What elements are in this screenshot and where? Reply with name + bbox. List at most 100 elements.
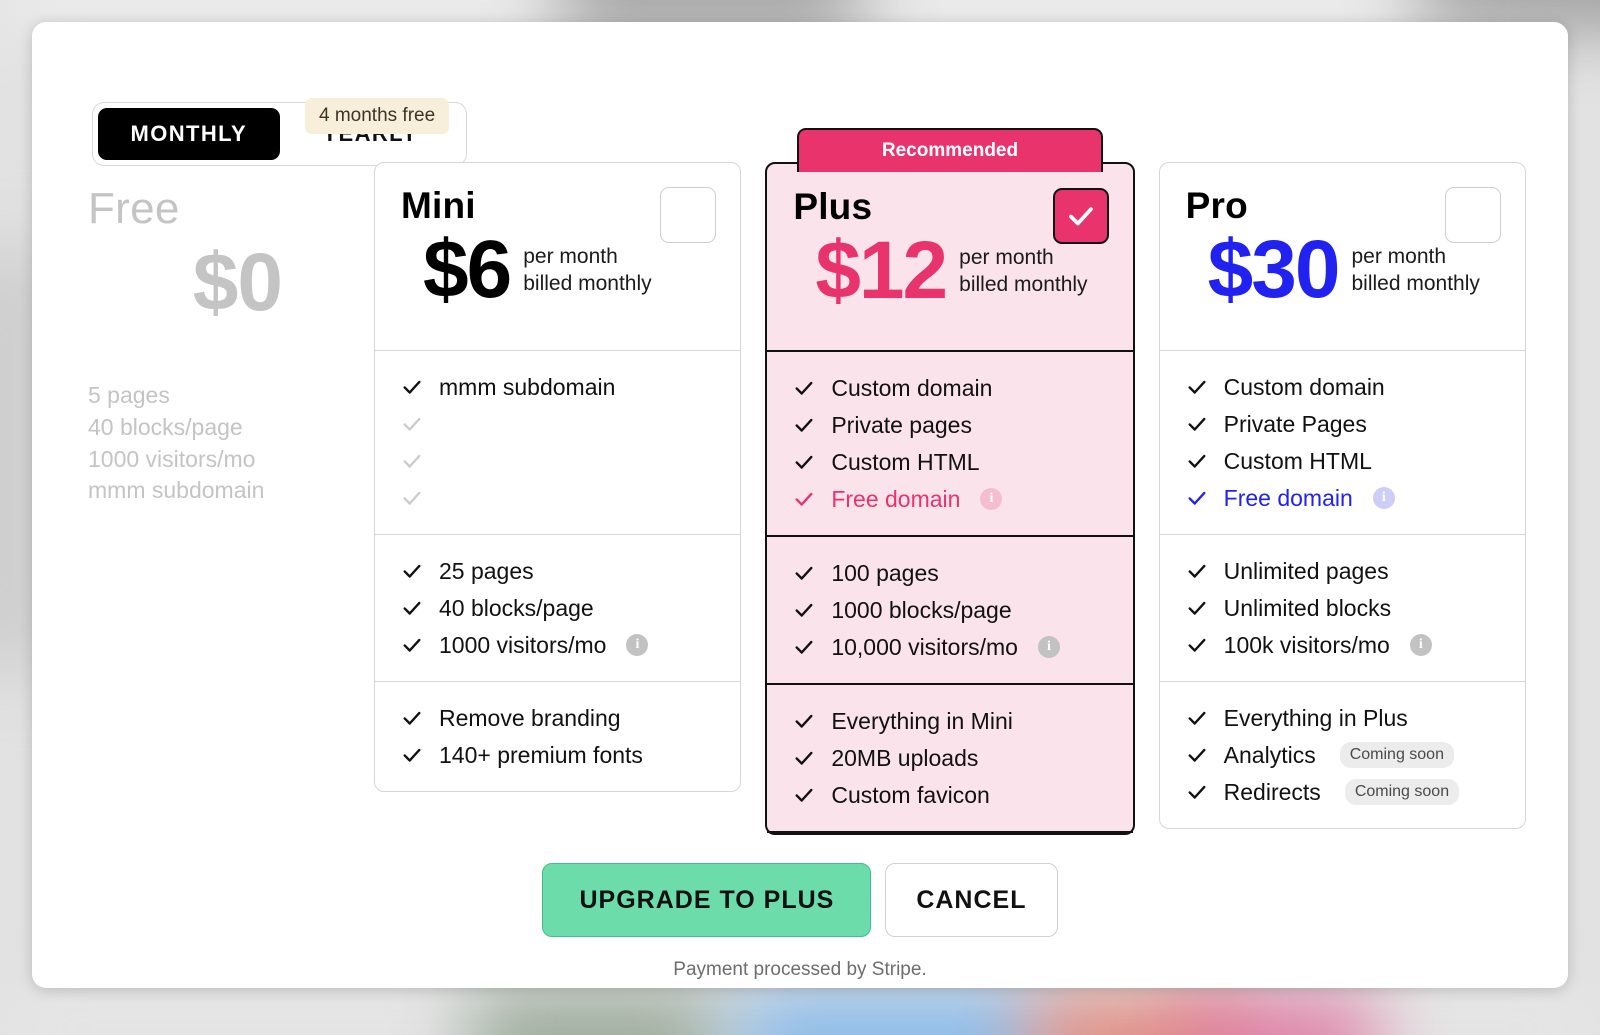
check-icon [403, 564, 421, 578]
upgrade-button[interactable]: UPGRADE TO PLUS [542, 863, 872, 937]
feature-label: Remove branding [439, 704, 621, 731]
feature-item: 140+ premium fonts [401, 739, 718, 771]
check-icon [403, 454, 421, 468]
feature-label: 40 blocks/page [439, 594, 594, 621]
feature-label: Custom favicon [831, 781, 990, 808]
info-icon[interactable]: i [980, 488, 1003, 510]
feature-item: Unlimited blocks [1186, 592, 1503, 624]
check-icon [403, 601, 421, 615]
billing-monthly-tab[interactable]: MONTHLY [98, 108, 280, 160]
footer-button-row: UPGRADE TO PLUS CANCEL [62, 863, 1538, 937]
price-per: per month [959, 246, 1054, 270]
feature-label: Everything in Plus [1223, 704, 1408, 731]
plan-card-plus[interactable]: Recommended Plus $12 per month billed monthl… [765, 128, 1135, 835]
feature-item: Redirects Coming soon [1186, 776, 1503, 808]
check-icon [1188, 417, 1206, 431]
feature-label: 1000 visitors/mo [439, 631, 607, 658]
feature-item: Analytics Coming soon [1186, 739, 1503, 771]
check-icon [403, 417, 421, 431]
feature-label: Custom HTML [831, 448, 980, 475]
feature-group: Custom domain Private Pages Custom HTML Fre… [1159, 351, 1525, 535]
feature-label: mmm subdomain [439, 373, 616, 400]
feature-item: Custom domain [1186, 371, 1503, 403]
plan-select-checkbox[interactable] [1444, 187, 1501, 243]
plan-card-pro[interactable]: Pro $30 per month billed monthly Custom doma… [1158, 162, 1526, 829]
feature-label: 100k visitors/mo [1223, 631, 1390, 658]
cancel-button[interactable]: CANCEL [885, 863, 1058, 937]
feature-label: Redirects [1223, 778, 1321, 805]
feature-label: 25 pages [439, 557, 534, 584]
plan-card-mini[interactable]: Mini $6 per month billed monthly mmm subdoma… [374, 162, 742, 792]
feature-group: 25 pages 40 blocks/page 1000 visitors/mo i [375, 535, 741, 682]
feature-item: Private Pages [1186, 408, 1503, 440]
feature-label: 1000 blocks/page [831, 596, 1012, 623]
check-icon [795, 714, 813, 728]
check-icon [795, 455, 813, 469]
check-icon [795, 788, 813, 802]
feature-label: 10,000 visitors/mo [831, 633, 1018, 660]
check-icon [795, 381, 813, 395]
feature-item: Unlimited pages [1186, 555, 1503, 587]
check-icon [1188, 785, 1206, 799]
free-plan-features: 5 pages 40 blocks/page 1000 visitors/mo mmm… [88, 380, 350, 507]
price-per: per month [1351, 245, 1447, 269]
feature-item: 25 pages [401, 555, 718, 587]
coming-soon-badge: Coming soon [1339, 742, 1454, 768]
feature-item: mmm subdomain [401, 371, 718, 403]
feature-group: Unlimited pages Unlimited blocks 100k visi… [1159, 535, 1525, 682]
feature-label: Private pages [831, 411, 972, 438]
feature-item: Custom HTML [793, 446, 1110, 478]
feature-item: 100 pages [793, 557, 1110, 589]
plan-price-subtext: per month billed monthly [959, 244, 1087, 299]
feature-label: 140+ premium fonts [439, 741, 643, 768]
yearly-discount-badge: 4 months free [305, 98, 450, 134]
info-icon[interactable]: i [1409, 634, 1432, 656]
info-icon[interactable]: i [626, 634, 649, 656]
modal-footer: UPGRADE TO PLUS CANCEL Payment processed… [62, 863, 1538, 981]
feature-label: Free domain [1223, 484, 1353, 511]
plan-select-checkbox[interactable] [1052, 188, 1109, 244]
plan-price: $6 [423, 224, 512, 315]
feature-item [401, 445, 718, 477]
plan-select-checkbox[interactable] [660, 187, 717, 243]
feature-item: Custom HTML [1186, 445, 1503, 477]
check-icon [1188, 491, 1206, 505]
check-icon [1188, 601, 1206, 615]
plan-column-free: Free $0 5 pages 40 blocks/page 1000 visito… [88, 162, 350, 507]
plan-price-subtext: per month billed monthly [1351, 243, 1479, 298]
feature-label: Unlimited blocks [1223, 594, 1392, 621]
payment-processor-note: Payment processed by Stripe. [673, 959, 927, 980]
plan-header: Pro $30 per month billed monthly [1159, 163, 1525, 351]
feature-label: Everything in Mini [831, 707, 1013, 734]
check-icon [1188, 380, 1206, 394]
feature-item: Remove branding [401, 702, 718, 734]
price-billed: billed monthly [523, 272, 652, 296]
feature-item: Free domain i [793, 483, 1110, 515]
free-feature-item: mmm subdomain [88, 477, 265, 504]
feature-item: Custom domain [793, 372, 1110, 404]
feature-label: Unlimited pages [1223, 557, 1389, 584]
feature-item: 40 blocks/page [401, 592, 718, 624]
info-icon[interactable]: i [1037, 636, 1060, 658]
plan-price: $30 [1207, 224, 1341, 315]
feature-item: 10,000 visitors/mo i [793, 631, 1110, 663]
plan-price-subtext: per month billed monthly [523, 243, 651, 298]
price-billed: billed monthly [959, 273, 1088, 297]
check-icon [403, 638, 421, 652]
check-icon [403, 491, 421, 505]
free-feature-item: 40 blocks/page [88, 413, 243, 440]
feature-label: 20MB uploads [831, 744, 979, 771]
feature-item: Custom favicon [793, 779, 1110, 811]
feature-group: Custom domain Private pages Custom HTML Fre… [767, 352, 1133, 537]
free-feature-item: 5 pages [88, 382, 170, 409]
check-icon [1188, 638, 1206, 652]
feature-item: Everything in Plus [1186, 702, 1503, 734]
plan-header: Mini $6 per month billed monthly [375, 163, 741, 351]
info-icon[interactable]: i [1372, 487, 1395, 509]
check-icon [795, 751, 813, 765]
plan-grid: Free $0 5 pages 40 blocks/page 1000 visito… [62, 128, 1538, 835]
check-icon [795, 566, 813, 580]
feature-item: Free domain i [1186, 482, 1503, 514]
feature-group: Remove branding 140+ premium fonts [375, 682, 740, 791]
check-icon [795, 418, 813, 432]
